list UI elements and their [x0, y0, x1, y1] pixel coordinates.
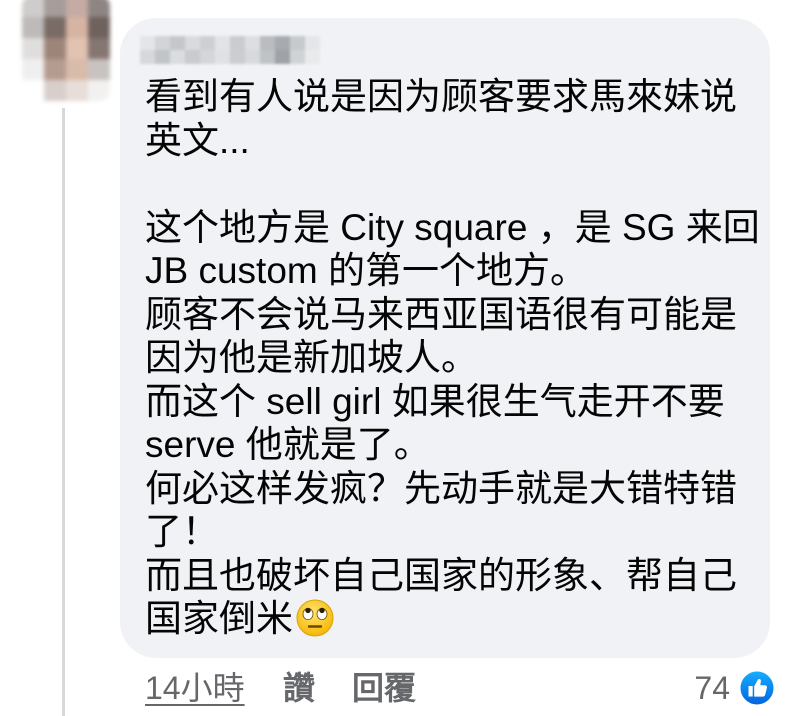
avatar-pixel — [66, 0, 88, 17]
avatar-pixel — [44, 17, 66, 38]
avatar-pixel — [88, 38, 110, 59]
name-pixel — [245, 50, 260, 64]
avatar-pixel — [88, 0, 110, 17]
name-pixel — [140, 50, 155, 64]
comment-text-line: 顾客不会说马来西亚国语很有可能是 — [145, 293, 737, 335]
comment-text-line: 英文... — [145, 119, 250, 161]
comment-text-line: 因为他是新加坡人。 — [145, 337, 478, 378]
name-pixel — [185, 50, 200, 64]
avatar-pixel — [66, 17, 88, 38]
avatar-pixel — [88, 80, 110, 101]
name-pixel — [290, 36, 305, 50]
comment-bubble: 看到有人说是因为顾客要求馬來妹说 英文... 这个地方是 City square… — [120, 18, 770, 658]
comment-text-line: 而且也破坏自己国家的形象、帮自己 — [145, 554, 737, 596]
name-pixel — [290, 50, 305, 64]
avatar-pixel — [22, 38, 44, 59]
avatar[interactable] — [22, 0, 110, 101]
like-button[interactable]: 讚 — [283, 668, 315, 708]
name-pixel — [260, 36, 275, 50]
name-pixel — [200, 36, 215, 50]
name-pixel — [230, 50, 245, 64]
reaction-count: 74 — [694, 670, 730, 706]
comment-text-line: JB custom 的第一个地方。 — [145, 250, 587, 291]
avatar-pixel — [88, 17, 110, 38]
avatar-pixel — [88, 59, 110, 80]
name-pixel — [170, 36, 185, 50]
name-pixel — [275, 50, 290, 64]
like-thumbs-up-icon — [738, 669, 776, 707]
avatar-pixel — [22, 17, 44, 38]
avatar-pixel — [66, 80, 88, 101]
timestamp-link[interactable]: 14小時 — [145, 668, 245, 708]
avatar-pixel — [44, 59, 66, 80]
comment-text-line: 了！ — [145, 511, 219, 552]
name-pixel — [260, 50, 275, 64]
comment-text-line: 而这个 sell girl 如果很生气走开不要 — [145, 380, 725, 422]
comment-text-segment: 国家倒米 — [145, 598, 293, 639]
avatar-pixel — [22, 0, 44, 17]
name-pixel — [155, 36, 170, 50]
avatar-pixel — [44, 38, 66, 59]
avatar-pixel — [44, 0, 66, 17]
avatar-pixel — [66, 59, 88, 80]
name-pixel — [245, 36, 260, 50]
comment-text-line: 这个地方是 City square ，是 SG 来回 — [145, 206, 760, 248]
name-pixel — [140, 36, 155, 50]
avatar-pixel — [22, 59, 44, 80]
name-pixel — [185, 36, 200, 50]
name-pixel — [215, 36, 230, 50]
face-with-rolling-eyes-emoji-icon — [295, 598, 335, 638]
avatar-pixel — [44, 80, 66, 101]
name-pixel — [230, 36, 245, 50]
name-pixel — [215, 50, 230, 64]
comment-text: 看到有人说是因为顾客要求馬來妹说 英文... 这个地方是 City square… — [145, 75, 760, 641]
name-pixel — [170, 50, 185, 64]
name-pixel — [200, 50, 215, 64]
name-pixel — [305, 36, 320, 50]
name-pixel — [155, 50, 170, 64]
reply-button[interactable]: 回覆 — [352, 668, 416, 708]
avatar-pixel — [22, 80, 44, 101]
comment-text-line: 何必这样发疯？先动手就是大错特错 — [145, 467, 737, 509]
avatar-pixel — [66, 38, 88, 59]
reply-thread-line — [62, 108, 65, 716]
author-name-redacted[interactable] — [140, 36, 320, 64]
comment-text-line: serve 他就是了。 — [145, 424, 431, 465]
comment-text-line — [145, 162, 760, 206]
name-pixel — [305, 50, 320, 64]
reaction-summary[interactable]: 74 — [694, 668, 776, 708]
comment-text-line-last: 国家倒米 — [145, 597, 760, 641]
comment-text-line: 看到有人说是因为顾客要求馬來妹说 — [145, 76, 737, 117]
name-pixel — [275, 36, 290, 50]
